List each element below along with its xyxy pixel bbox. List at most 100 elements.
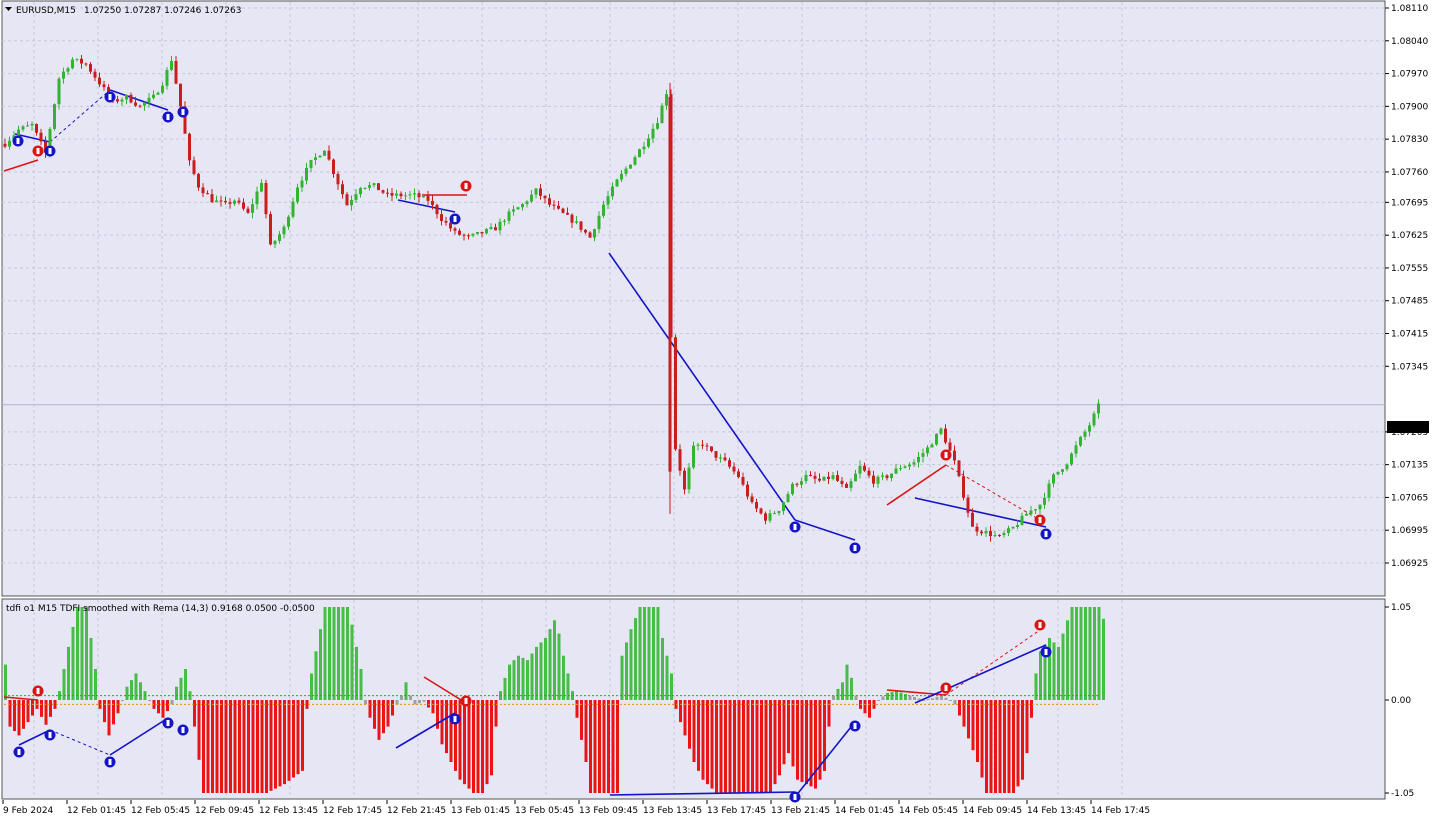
- candle-body: [813, 475, 817, 479]
- fractal-glyph: [16, 138, 20, 144]
- tdfi-bar: [683, 700, 687, 736]
- tdfi-bar: [130, 680, 133, 700]
- candle-body: [336, 173, 340, 185]
- tdfi-bar: [926, 699, 930, 701]
- fractal-glyph: [853, 545, 857, 551]
- candle-body: [687, 467, 691, 490]
- tdfi-bar: [400, 695, 403, 700]
- candle-body: [390, 192, 394, 196]
- candle-body: [521, 204, 524, 208]
- candle-body: [998, 535, 1001, 537]
- tdfi-bar: [409, 695, 412, 700]
- candle-body: [228, 202, 232, 204]
- main-chart-area[interactable]: [1, 0, 1386, 597]
- tdfi-bar: [395, 700, 399, 705]
- time-axis-label: 13 Feb 21:45: [771, 806, 830, 816]
- tdfi-bar: [269, 700, 273, 791]
- tdfi-bar: [17, 700, 21, 736]
- candle-body: [1007, 528, 1010, 534]
- candle-body: [633, 157, 637, 165]
- tdfi-bar: [251, 700, 255, 793]
- candle-body: [696, 444, 700, 446]
- tdfi-bar: [71, 626, 75, 700]
- price-axis-label: 1.06995: [1391, 526, 1428, 536]
- tdfi-bar: [589, 700, 592, 793]
- candle-body: [570, 214, 574, 223]
- tdfi-bar: [1066, 620, 1069, 700]
- fractal-glyph: [853, 723, 857, 729]
- tdfi-bar: [697, 700, 700, 771]
- time-axis-label: 12 Feb 21:45: [387, 806, 446, 816]
- candle-body: [530, 194, 533, 202]
- candle-body: [53, 104, 56, 129]
- tdfi-bar: [850, 677, 853, 700]
- tdfi-bar: [1003, 700, 1006, 793]
- candle-body: [399, 193, 403, 197]
- tdfi-bar: [287, 700, 291, 781]
- fractal-glyph: [793, 524, 797, 530]
- candle-body: [476, 232, 479, 234]
- candle-body: [831, 475, 835, 479]
- tdfi-bar: [31, 700, 34, 716]
- time-axis: 9 Feb 2024 12 Feb 01:45 12 Feb 05:45 12 Feb…: [2, 800, 1150, 816]
- candle-body: [435, 204, 439, 215]
- price-axis-label: 1.07625: [1391, 231, 1428, 241]
- candle-body: [350, 199, 353, 206]
- candle-body: [242, 202, 245, 209]
- tdfi-bar: [994, 700, 997, 793]
- tdfi-bar: [1079, 607, 1083, 700]
- tdfi-bar: [346, 607, 349, 700]
- tdfi-bar: [854, 695, 858, 700]
- tdfi-bar: [229, 700, 232, 793]
- candle-body: [1083, 431, 1087, 437]
- candle-body: [359, 188, 362, 195]
- tdfi-bar: [760, 700, 763, 793]
- candle-body: [885, 475, 889, 479]
- candle-body: [444, 220, 448, 223]
- tdfi-bar: [418, 700, 421, 704]
- tdfi-bar: [602, 700, 606, 793]
- tdfi-bar: [755, 700, 759, 793]
- candle-body: [80, 58, 83, 64]
- tdfi-bar: [350, 624, 354, 700]
- candle-body: [8, 140, 11, 147]
- fractal-glyph: [1044, 649, 1048, 655]
- candle-body: [714, 451, 718, 458]
- candle-body: [728, 460, 731, 467]
- candle-body: [989, 531, 992, 537]
- tdfi-bar: [233, 700, 237, 793]
- price-axis[interactable]: [1386, 0, 1432, 801]
- tdfi-bar: [296, 700, 300, 775]
- tdfi-bar: [548, 629, 552, 700]
- candle-body: [417, 193, 421, 198]
- tdfi-bar: [202, 700, 205, 793]
- candle-body: [57, 78, 61, 105]
- candle-body: [926, 447, 929, 454]
- candle-body: [327, 150, 331, 160]
- tdfi-bar: [121, 700, 124, 701]
- candle-body: [485, 229, 488, 234]
- tdfi-bar: [710, 700, 714, 789]
- tdfi-bar: [917, 698, 921, 700]
- candle-body: [858, 465, 862, 474]
- tdfi-bar: [665, 655, 669, 700]
- tdfi-bar: [791, 700, 795, 767]
- candle-body: [206, 193, 209, 195]
- tdfi-bar: [103, 700, 106, 723]
- price-axis-label: 1.07830: [1391, 135, 1428, 145]
- candle-body: [1088, 425, 1091, 432]
- candle-body: [863, 465, 866, 471]
- candle-body: [678, 449, 682, 471]
- candle-body: [651, 128, 655, 139]
- candle-body: [1016, 524, 1019, 527]
- candle-body: [305, 168, 308, 181]
- tdfi-bar: [584, 700, 588, 762]
- tdfi-bar: [800, 700, 804, 782]
- candle-body: [827, 476, 830, 479]
- candle-body: [737, 471, 740, 478]
- candle-body: [224, 200, 227, 203]
- candle-body: [408, 194, 412, 196]
- candle-body: [138, 105, 142, 107]
- candle-body: [273, 240, 277, 245]
- candle-body: [269, 214, 272, 245]
